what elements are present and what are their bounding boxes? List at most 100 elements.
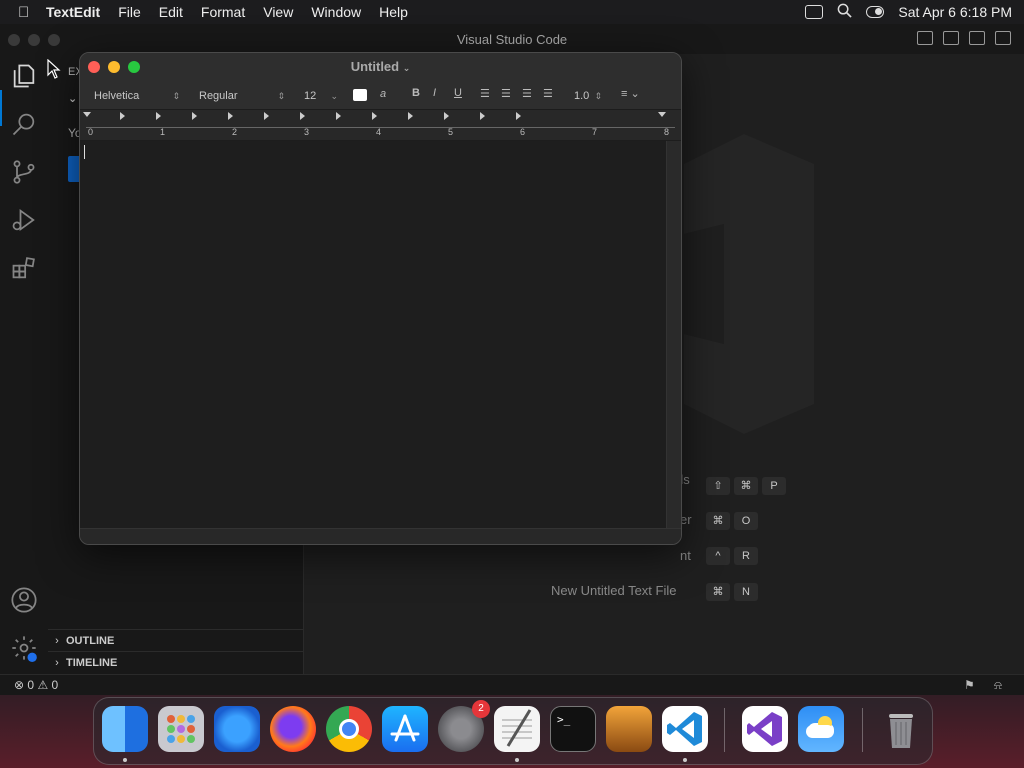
italic-button[interactable]: I [433,87,436,99]
dock-visual-studio-icon[interactable] [742,706,788,752]
textedit-titlebar: Untitled ⌄ Helvetica ⇕ Regular ⇕ 12 ⌄ a B I… [80,53,681,110]
manage-gear-icon[interactable] [10,634,38,662]
font-style-popup[interactable]: Regular ⇕ [193,87,289,105]
dock-trash-icon[interactable] [878,706,924,752]
customize-layout-icon[interactable] [995,31,1011,45]
run-debug-icon[interactable] [10,206,38,234]
align-left-icon[interactable]: ☰ [480,87,490,100]
textedit-window: Untitled ⌄ Helvetica ⇕ Regular ⇕ 12 ⌄ a B I… [79,52,682,545]
list-bullets-icon[interactable]: ≡ ⌄ [621,87,640,100]
dock-weather-icon[interactable] [798,706,844,752]
menu-view[interactable]: View [263,4,293,20]
chevron-down-icon: ⌄ [68,93,78,105]
menu-help[interactable]: Help [379,4,408,20]
active-indicator [0,90,2,126]
stage-manager-icon[interactable] [805,5,824,19]
chevron-right-icon: › [55,635,59,647]
tab-stop-marker[interactable] [372,112,377,120]
tab-stop-marker[interactable] [120,112,125,120]
tab-stop-marker[interactable] [444,112,449,120]
tab-stop-marker[interactable] [480,112,485,120]
explorer-icon[interactable] [10,62,38,90]
extensions-icon[interactable] [10,254,38,282]
dock-app-store-icon[interactable] [382,706,428,752]
dock-launchpad-icon[interactable] [158,706,204,752]
underline-button[interactable]: U [454,87,462,99]
dock-chrome-icon[interactable] [326,706,372,752]
line-spacing-popup[interactable]: 1.0 ⇕ [568,87,606,105]
apple-menu-icon[interactable]:  [18,4,46,21]
problems-status[interactable]: ⊗ 0 ⚠ 0 [14,678,58,692]
document-text-area[interactable] [80,141,666,528]
accounts-icon[interactable] [10,586,38,614]
dock-textedit-icon[interactable] [494,706,540,752]
align-justify-icon[interactable]: ☰ [543,87,553,100]
tab-stop-marker[interactable] [300,112,305,120]
shortcut-keys-open-file: ⌘ O [706,511,762,530]
dock-terminal-icon[interactable]: >_ [550,706,596,752]
vscode-titlebar: Visual Studio Code [0,24,1024,55]
dock-separator [724,708,725,752]
timeline-panel[interactable]: › TIMELINE [48,651,303,674]
menu-file[interactable]: File [118,4,141,20]
feedback-icon[interactable]: ⚑ [964,678,975,692]
vscode-window-title: Visual Studio Code [456,32,568,47]
align-center-icon[interactable]: ☰ [501,87,511,100]
menu-clock[interactable]: Sat Apr 6 6:18 PM [898,4,1012,20]
tab-stop-marker[interactable] [516,112,521,120]
outline-panel[interactable]: › OUTLINE [48,629,303,652]
tab-stop-marker[interactable] [264,112,269,120]
menu-format[interactable]: Format [201,4,245,20]
tab-stop-marker[interactable] [408,112,413,120]
dock-finder-icon[interactable] [102,706,148,752]
ruler-number: 5 [448,127,454,137]
text-caret [84,145,85,159]
menu-app-name[interactable]: TextEdit [46,4,100,20]
dock-safari-icon[interactable] [214,706,260,752]
running-indicator [683,758,687,762]
ruler-number: 4 [376,127,382,137]
shortcut-keys-new-file: ⌘ N [706,582,762,601]
dock-firefox-icon[interactable] [270,706,316,752]
right-margin-marker[interactable] [658,112,666,117]
dock-vscode-icon[interactable] [662,706,708,752]
tab-stop-marker[interactable] [156,112,161,120]
first-line-indent-marker[interactable] [83,112,91,117]
source-control-icon[interactable] [10,158,38,186]
horizontal-scrollbar[interactable] [80,528,681,544]
ruler[interactable]: 0 1 2 3 4 5 6 7 8 [80,110,681,141]
align-right-icon[interactable]: ☰ [522,87,532,100]
running-indicator [515,758,519,762]
text-color-well[interactable] [353,89,367,101]
dock-separator [862,708,863,752]
warning-icon: ⚠ [37,678,49,692]
document-title[interactable]: Untitled ⌄ [80,59,681,74]
toggle-primary-sidebar-icon[interactable] [917,31,933,45]
notification-badge: 2 [472,700,490,718]
toggle-panel-icon[interactable] [943,31,959,45]
vertical-scrollbar[interactable] [666,141,681,528]
font-family-popup[interactable]: Helvetica ⇕ [88,87,184,105]
control-center-icon[interactable] [866,6,885,18]
tab-stop-marker[interactable] [228,112,233,120]
spotlight-search-icon[interactable] [837,3,853,21]
tab-stop-marker[interactable] [192,112,197,120]
highlight-color-icon[interactable]: a [380,88,386,100]
menu-edit[interactable]: Edit [159,4,183,20]
toggle-secondary-sidebar-icon[interactable] [969,31,985,45]
vscode-watermark-logo [684,134,814,434]
font-size-popup[interactable]: 12 ⌄ [298,87,342,105]
dock-system-settings-icon[interactable]: 2 [438,700,490,752]
shortcut-keys-open-recent: ^ R [706,546,762,565]
bold-button[interactable]: B [412,87,420,99]
menu-window[interactable]: Window [311,4,361,20]
search-icon[interactable] [10,110,38,138]
tab-stop-marker[interactable] [336,112,341,120]
notifications-bell-icon[interactable]: ⍾ [994,678,1002,693]
activity-bar [0,54,49,674]
ruler-number: 0 [88,127,94,137]
ruler-number: 8 [664,127,670,137]
error-icon: ⊗ [14,678,25,692]
chevron-right-icon: › [55,657,59,669]
dock-garageband-icon[interactable] [606,706,652,752]
